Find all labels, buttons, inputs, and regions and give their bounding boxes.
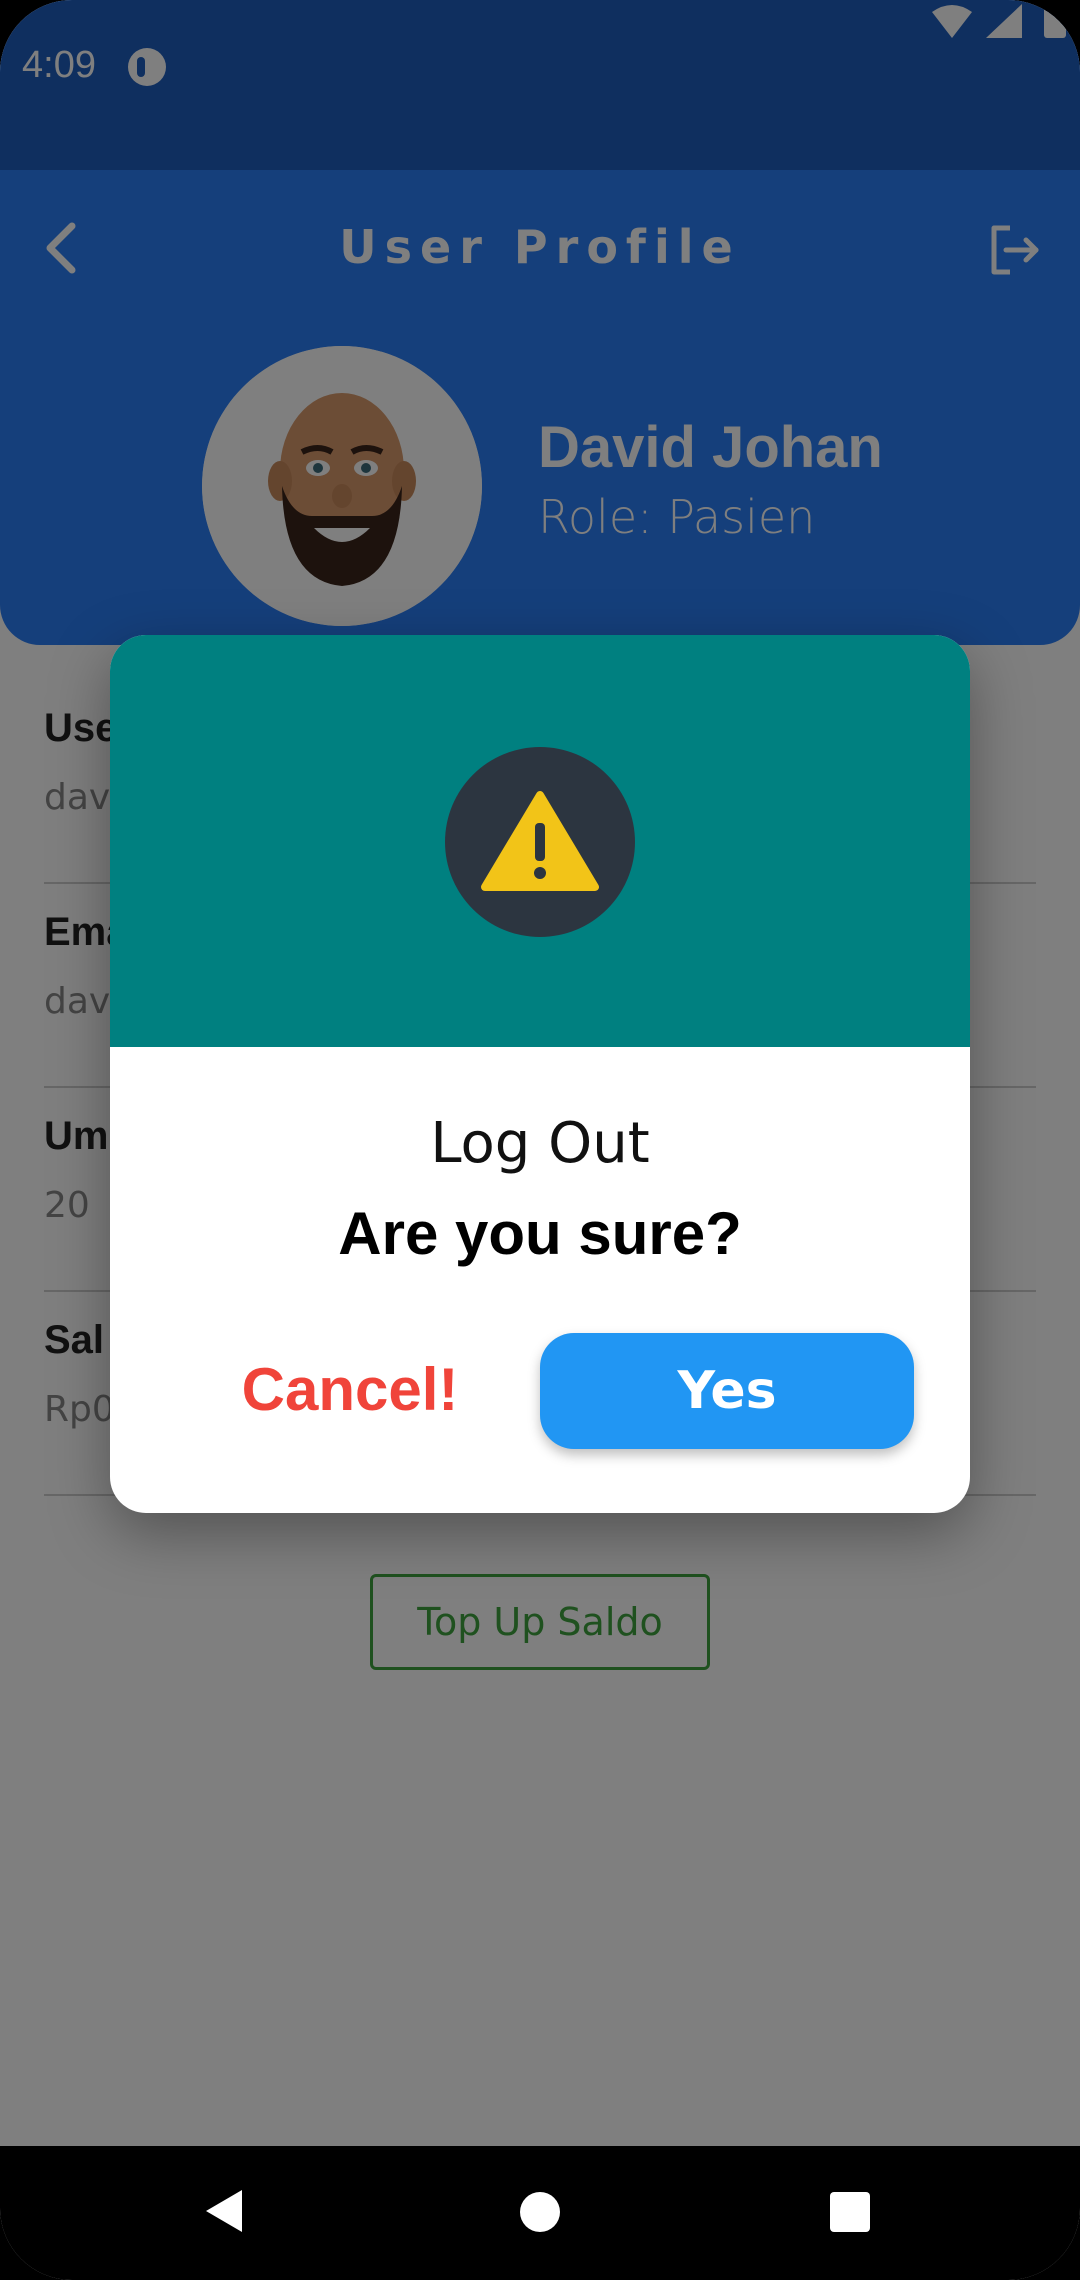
app-screen: 4:09 User Profile <box>0 0 1080 2280</box>
dialog-title: Log Out <box>430 1111 650 1176</box>
dialog-message: Are you sure? <box>338 1200 742 1267</box>
nav-home-icon[interactable] <box>520 2192 560 2232</box>
dialog-header <box>110 635 970 1047</box>
confirm-yes-button[interactable]: Yes <box>540 1333 914 1449</box>
system-navigation-bar <box>0 2146 1080 2280</box>
cancel-button[interactable]: Cancel! <box>220 1335 480 1445</box>
warning-triangle-icon <box>481 791 599 891</box>
logout-dialog: Log Out Are you sure? Cancel! Yes <box>110 635 970 1513</box>
nav-recents-icon[interactable] <box>830 2192 870 2232</box>
nav-back-icon[interactable] <box>204 2188 244 2234</box>
warning-badge <box>445 747 635 937</box>
